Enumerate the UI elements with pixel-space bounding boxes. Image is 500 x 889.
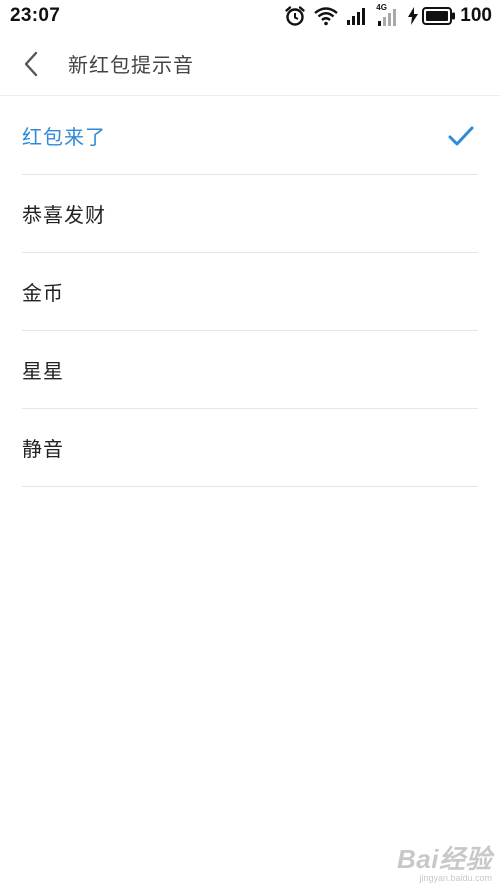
option-label: 红包来了 [22, 125, 106, 149]
signal-4g-icon: 4G [376, 3, 400, 26]
back-button[interactable] [2, 32, 60, 96]
check-icon [448, 126, 474, 145]
option-label: 静音 [22, 437, 64, 461]
option-label: 恭喜发财 [22, 203, 106, 227]
status-icons: 4G 100 [284, 3, 492, 27]
signal-strength-icon [346, 7, 368, 25]
watermark: Bai经验 jingyan.baidu.com [397, 846, 492, 883]
option-jinbi[interactable]: 金币 [22, 253, 478, 331]
option-jingyin[interactable]: 静音 [22, 409, 478, 487]
battery-level: 100 [460, 5, 492, 26]
watermark-logo: Bai经验 [397, 844, 492, 874]
alarm-icon [284, 5, 306, 27]
option-label: 金币 [22, 281, 64, 305]
option-xingxing[interactable]: 星星 [22, 331, 478, 409]
charging-bolt-icon [408, 7, 419, 25]
app-bar: 新红包提示音 [0, 32, 500, 96]
chevron-left-icon [24, 51, 38, 76]
battery-icon [422, 7, 456, 25]
page-title: 新红包提示音 [68, 53, 194, 77]
sound-options-list: 红包来了 恭喜发财 金币 星星 静音 [22, 97, 478, 487]
wifi-icon [314, 6, 339, 26]
status-bar: 23:07 4G 100 [0, 0, 500, 32]
option-gongxi-facai[interactable]: 恭喜发财 [22, 175, 478, 253]
watermark-url: jingyan.baidu.com [419, 873, 492, 883]
option-hongbao-laile[interactable]: 红包来了 [22, 97, 478, 175]
status-time: 23:07 [10, 5, 61, 26]
option-label: 星星 [22, 359, 64, 383]
battery-group: 100 [408, 5, 492, 27]
